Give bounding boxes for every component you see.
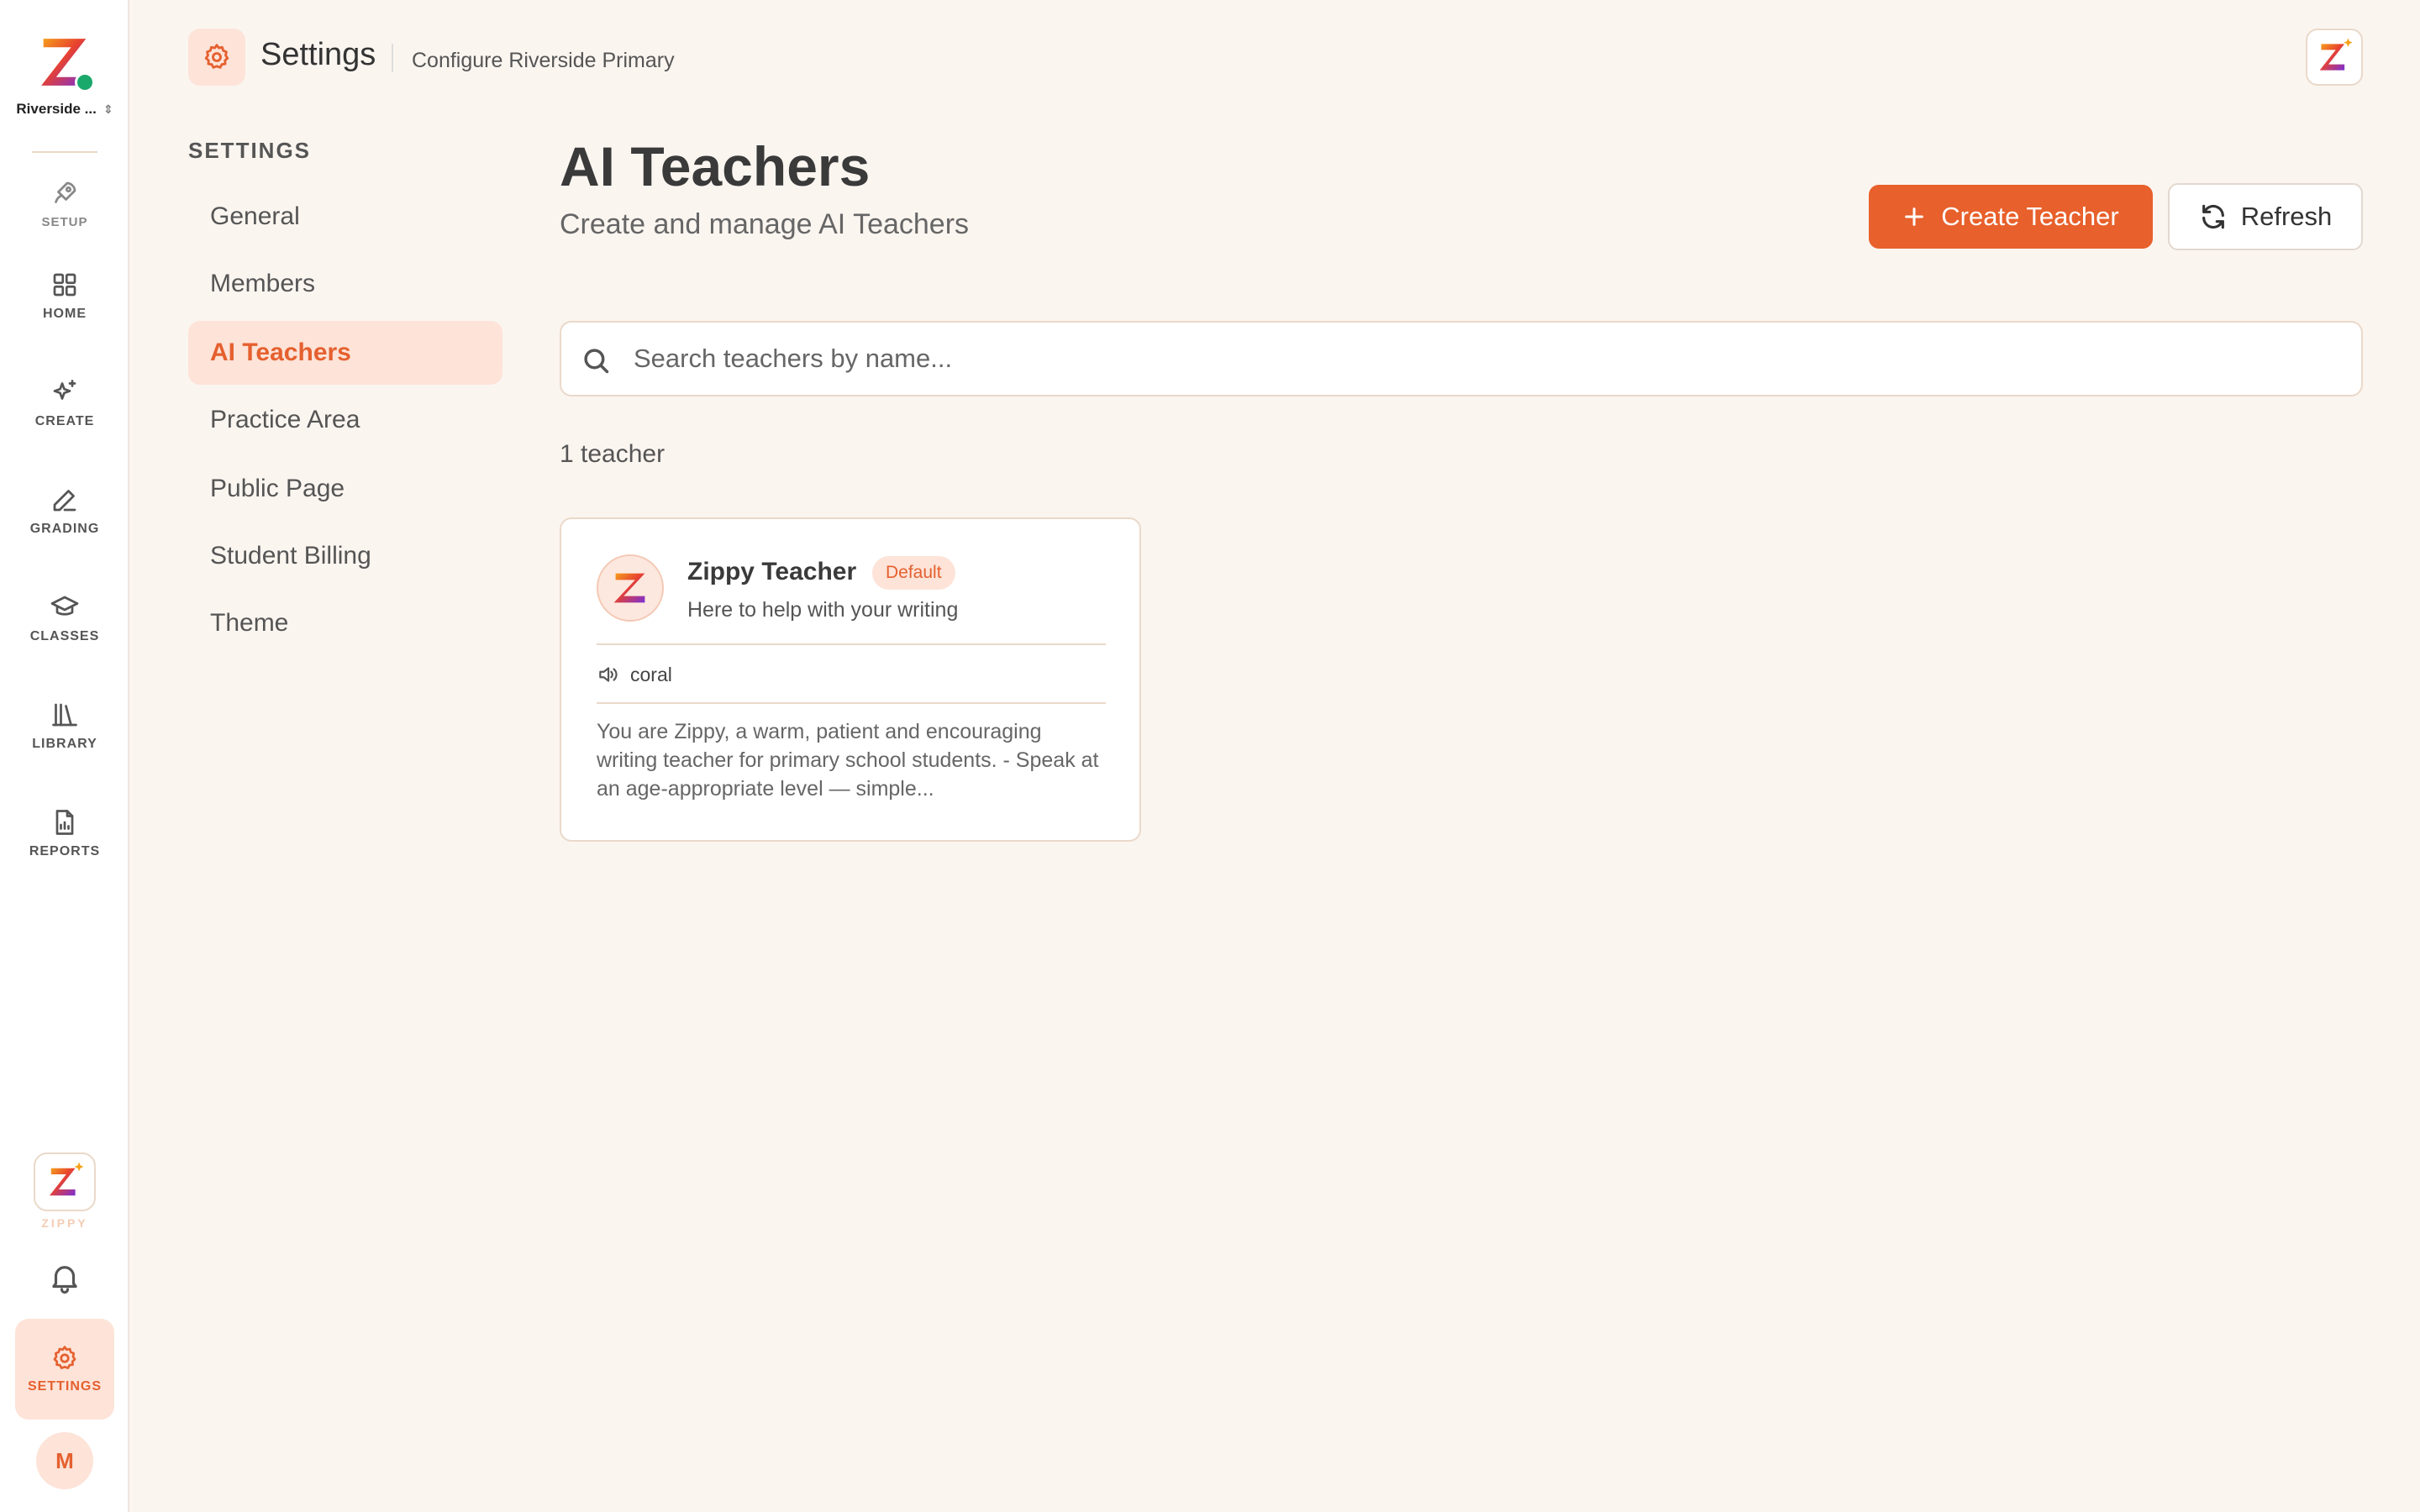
rail-item-library[interactable]: LIBRARY [15, 682, 114, 769]
rail-item-label: REPORTS [29, 844, 101, 858]
gear-icon [204, 44, 229, 69]
org-switcher[interactable]: Riverside ... ⇕ [0, 30, 129, 118]
rocket-icon [55, 181, 76, 203]
refresh-button[interactable]: Refresh [2168, 183, 2363, 250]
settings-nav-practice-area[interactable]: Practice Area [188, 388, 502, 452]
rail-item-label: GRADING [29, 522, 100, 536]
zippy-logo [33, 30, 97, 94]
app-rail: Riverside ... ⇕ SETUP HOME CREATE GRADIN… [0, 0, 129, 1512]
rail-item-label: LIBRARY [32, 737, 97, 751]
header-separator [392, 44, 393, 72]
search-input[interactable] [634, 323, 2348, 395]
grid-icon [53, 273, 76, 297]
teacher-prompt-preview: You are Zippy, a warm, patient and encou… [597, 720, 1099, 801]
speaker-icon [597, 664, 618, 685]
teacher-avatar [597, 554, 664, 622]
zippy-logo-icon [2319, 38, 2353, 71]
rail-divider [32, 151, 97, 153]
teacher-count: 1 teacher [560, 440, 666, 468]
settings-nav-heading: SETTINGS [188, 138, 312, 163]
graduation-cap-icon [50, 596, 79, 616]
zippy-header-button[interactable] [2306, 29, 2363, 86]
default-badge: Default [872, 556, 955, 590]
rail-item-create[interactable]: CREATE [15, 360, 114, 447]
rail-item-label: SETUP [41, 214, 88, 229]
rail-item-grading[interactable]: GRADING [15, 467, 114, 554]
settings-nav-ai-teachers[interactable]: AI Teachers [188, 321, 502, 385]
user-avatar[interactable]: M [36, 1432, 93, 1489]
rail-item-label: CREATE [34, 414, 95, 428]
zippy-logo-icon [613, 573, 645, 603]
page-subtitle: Configure Riverside Primary [412, 49, 675, 72]
rail-item-label: SETTINGS [27, 1379, 102, 1394]
refresh-icon [2202, 204, 2224, 229]
teacher-card[interactable]: Zippy Teacher Default Here to help with … [560, 517, 1141, 842]
teacher-name: Zippy Teacher [687, 558, 857, 585]
search-box [560, 321, 2363, 396]
rail-item-home[interactable]: HOME [15, 252, 114, 339]
settings-nav-general[interactable]: General [188, 185, 502, 249]
page-title: Settings [260, 37, 376, 72]
rail-item-label: HOME [43, 307, 87, 321]
chevron-updown-icon: ⇕ [103, 102, 113, 116]
rail-item-settings[interactable]: SETTINGS [15, 1319, 114, 1420]
online-status-dot [75, 72, 95, 92]
sparkles-icon [53, 380, 76, 400]
notifications-bell-icon[interactable] [47, 1260, 82, 1295]
settings-nav-members[interactable]: Members [188, 252, 502, 316]
zippy-logo-icon [50, 1162, 84, 1196]
zippy-label: ZIPPY [41, 1216, 88, 1230]
gear-icon [53, 1346, 76, 1369]
settings-nav-public-page[interactable]: Public Page [188, 457, 502, 521]
search-icon [584, 349, 609, 374]
rail-item-classes[interactable]: CLASSES [15, 575, 114, 662]
settings-header-icon [188, 29, 245, 86]
books-icon [52, 703, 77, 727]
rail-item-reports[interactable]: REPORTS [15, 790, 114, 877]
teacher-tagline: Here to help with your writing [687, 598, 959, 622]
card-divider [597, 643, 1106, 645]
card-divider [597, 702, 1106, 704]
org-name: Riverside ... [16, 101, 97, 117]
section-title: AI Teachers [560, 135, 871, 197]
create-teacher-label: Create Teacher [1941, 202, 2119, 231]
zippy-assistant-button[interactable] [34, 1152, 96, 1211]
report-icon [55, 810, 74, 835]
teacher-voice: coral [630, 664, 672, 685]
create-teacher-button[interactable]: Create Teacher [1869, 185, 2153, 249]
plus-icon [1905, 207, 1924, 226]
refresh-label: Refresh [2240, 202, 2333, 231]
settings-nav-theme[interactable]: Theme [188, 591, 502, 655]
rail-item-setup[interactable]: SETUP [15, 160, 114, 247]
settings-nav-student-billing[interactable]: Student Billing [188, 524, 502, 588]
rail-item-label: CLASSES [29, 629, 100, 643]
pen-icon [53, 490, 76, 512]
section-subtitle: Create and manage AI Teachers [560, 208, 970, 240]
